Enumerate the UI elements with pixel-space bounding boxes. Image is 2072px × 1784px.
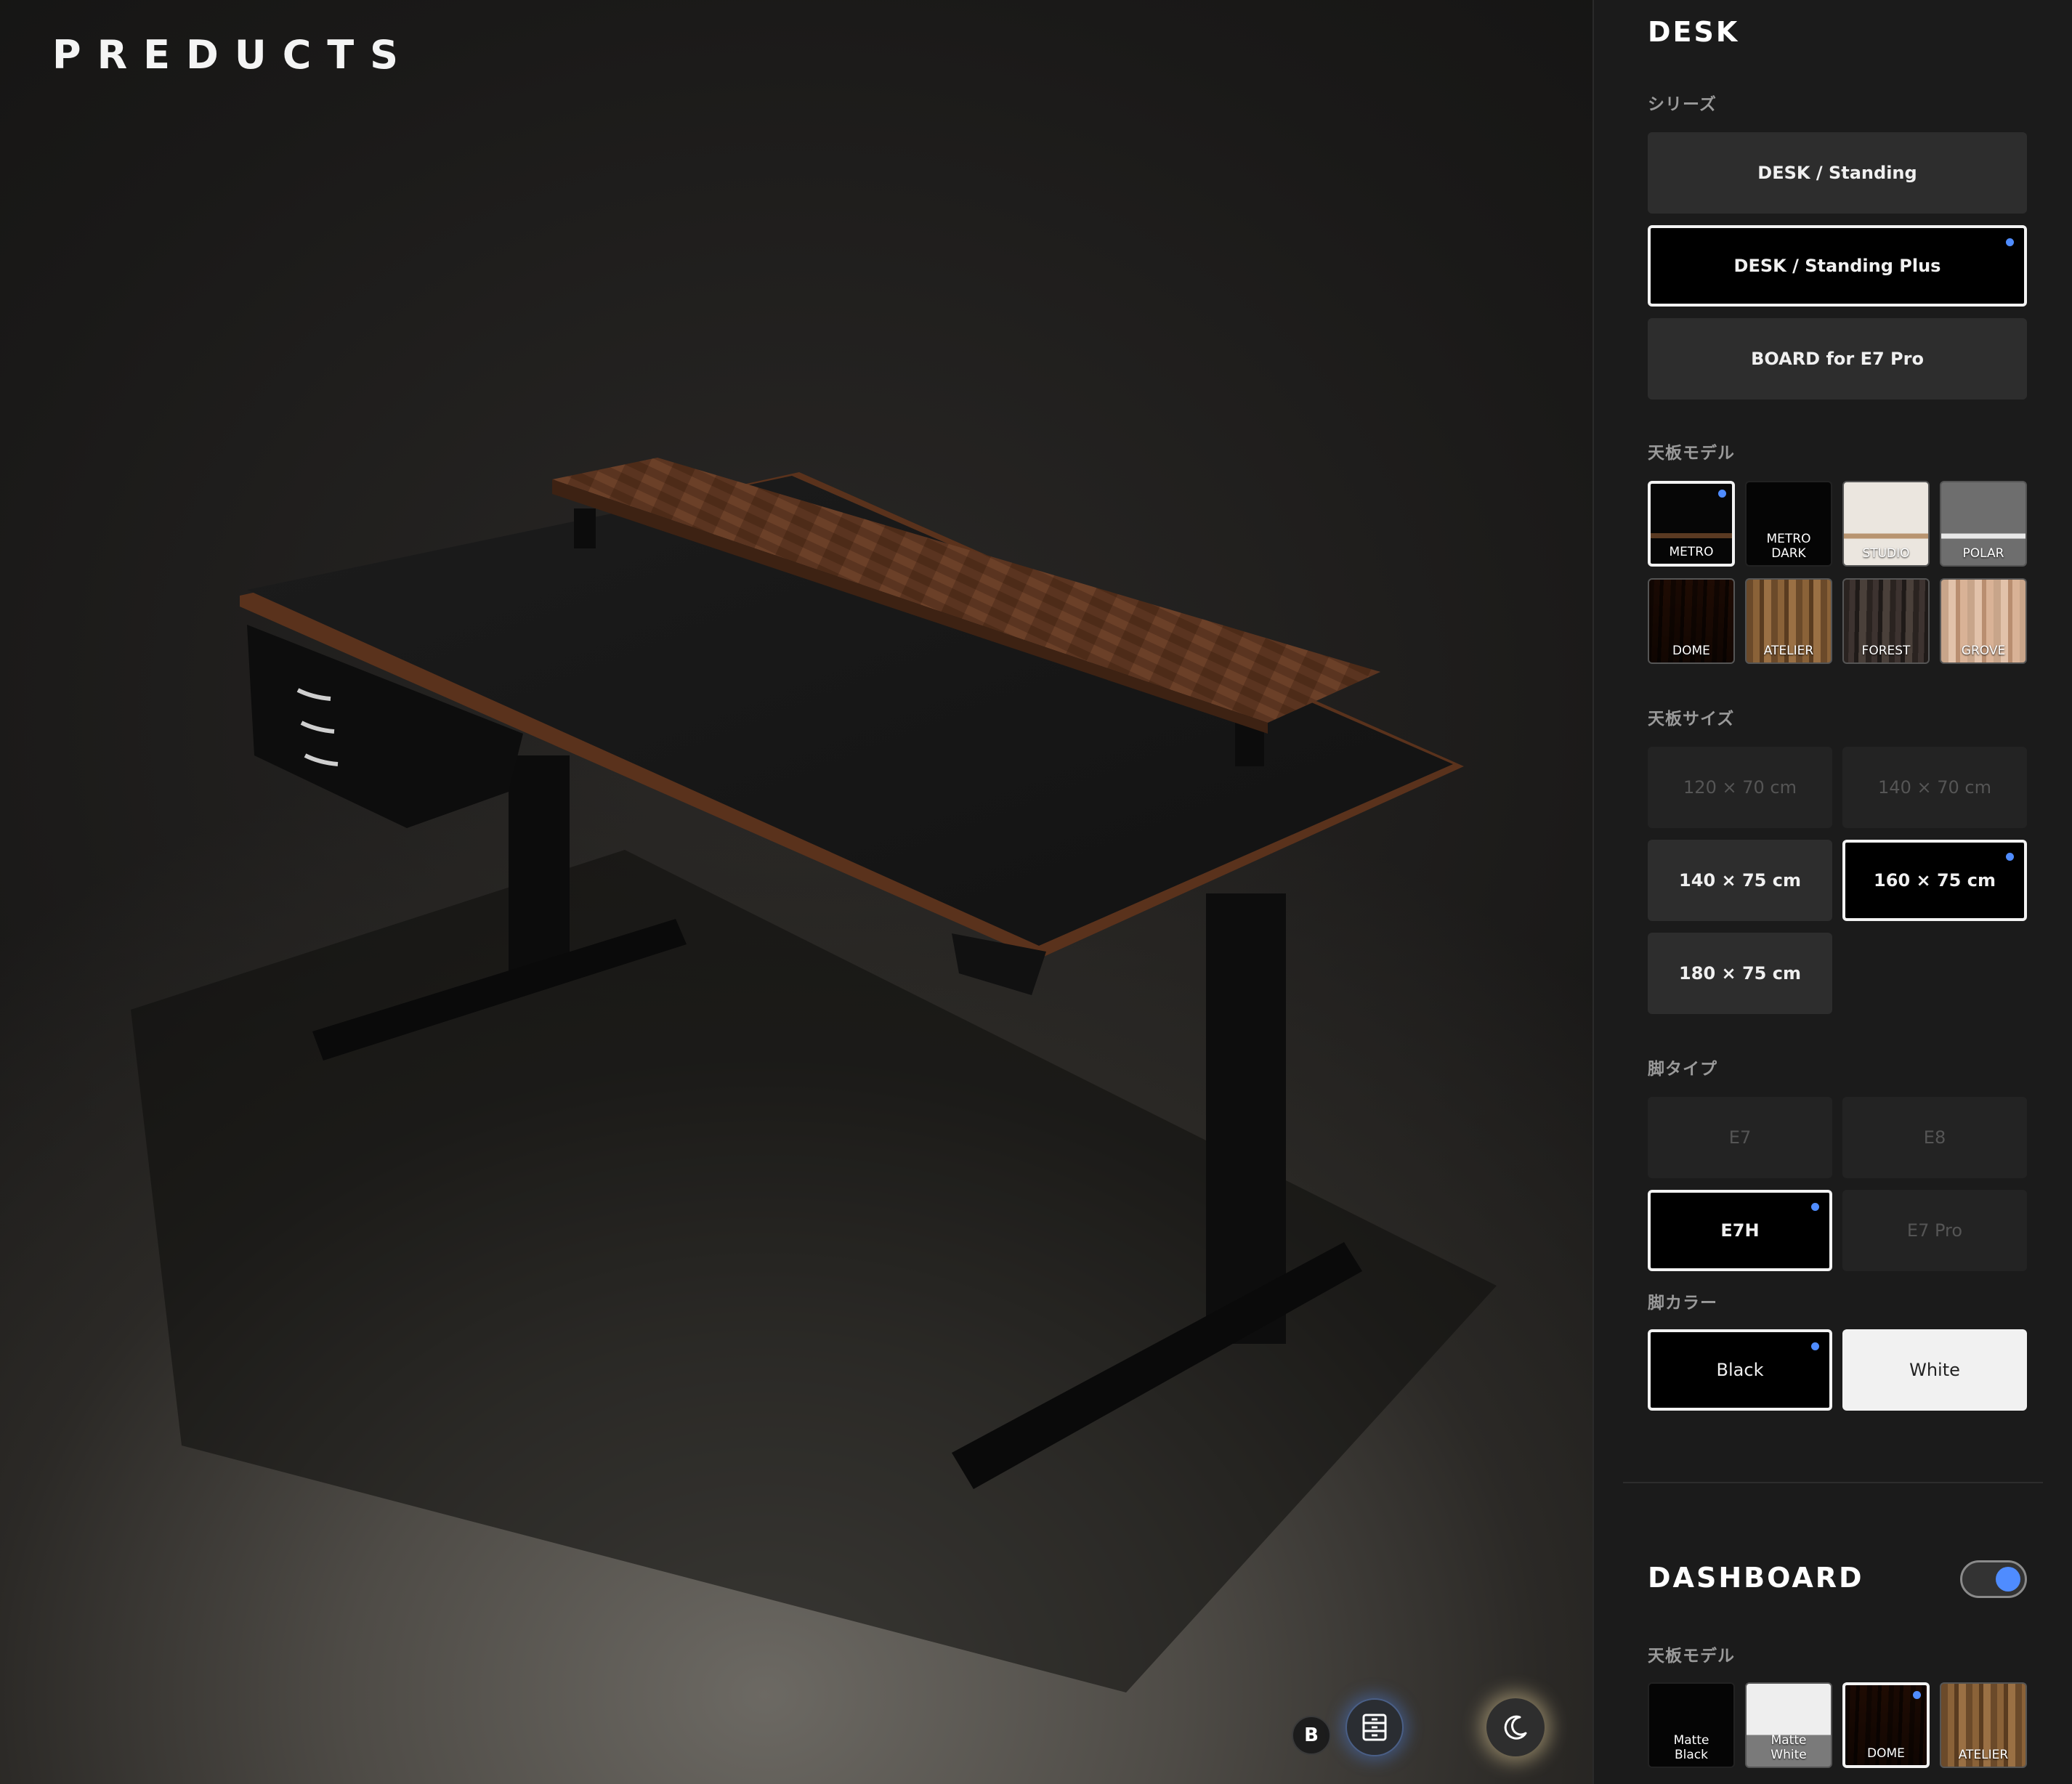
b-badge[interactable]: B xyxy=(1292,1716,1331,1755)
product-viewport[interactable]: PREDUCTS B xyxy=(0,0,1593,1784)
leg-color-black[interactable]: Black xyxy=(1648,1329,1832,1411)
option-label: Black xyxy=(1716,1360,1764,1380)
dash-swatch-matte-black[interactable]: Matte Black xyxy=(1648,1682,1735,1768)
top-swatch-metro[interactable]: METRO xyxy=(1648,481,1735,567)
selected-indicator xyxy=(1811,1203,1819,1211)
size-option-160x75[interactable]: 160 × 75 cm xyxy=(1842,840,2027,921)
option-label: 140 × 75 cm xyxy=(1679,870,1801,891)
top-swatch-grove[interactable]: GROVE xyxy=(1940,578,2027,664)
moon-icon xyxy=(1504,1715,1527,1740)
option-label: E8 xyxy=(1923,1127,1946,1148)
selected-indicator xyxy=(2006,238,2014,246)
swatch-caption: POLAR xyxy=(1962,546,2004,561)
selected-indicator xyxy=(1913,1691,1921,1699)
option-label: DESK / Standing Plus xyxy=(1733,256,1941,276)
right-leg xyxy=(1206,893,1286,1344)
section-divider xyxy=(1623,1482,2043,1483)
dashboard-toggle[interactable] xyxy=(1960,1560,2027,1598)
size-option-180x75[interactable]: 180 × 75 cm xyxy=(1648,933,1832,1014)
swatch-caption: METRO xyxy=(1669,545,1714,559)
option-label: 140 × 70 cm xyxy=(1878,777,1991,798)
leg-option-e7h[interactable]: E7H xyxy=(1648,1190,1832,1271)
configurator-panel[interactable]: DESK シリーズ DESK / Standing DESK / Standin… xyxy=(1593,0,2072,1784)
drawer-toggle-button[interactable] xyxy=(1345,1698,1404,1756)
theme-toggle-button[interactable] xyxy=(1486,1698,1545,1756)
swatch-caption: Matte Black xyxy=(1673,1733,1709,1762)
option-label: 160 × 75 cm xyxy=(1874,870,1996,891)
option-label: E7 Pro xyxy=(1906,1220,1963,1241)
top-model-label: 天板モデル xyxy=(1648,444,1735,463)
top-swatch-forest[interactable]: FOREST xyxy=(1842,578,1930,664)
leg-option-e7: E7 xyxy=(1648,1097,1832,1178)
swatch-caption: GROVE xyxy=(1961,644,2006,658)
selected-indicator xyxy=(1718,490,1726,498)
size-option-140x70: 140 × 70 cm xyxy=(1842,747,2027,828)
swatch-caption: ATELIER xyxy=(1958,1748,2009,1762)
option-label: 180 × 75 cm xyxy=(1679,963,1801,984)
size-option-140x75[interactable]: 140 × 75 cm xyxy=(1648,840,1832,921)
series-option-board-e7-pro[interactable]: BOARD for E7 Pro xyxy=(1648,318,2027,400)
size-option-120x70: 120 × 70 cm xyxy=(1648,747,1832,828)
leg-option-e8: E8 xyxy=(1842,1097,2027,1178)
swatch-caption: DOME xyxy=(1672,644,1710,658)
swatch-caption: DOME xyxy=(1867,1746,1905,1761)
top-swatch-dome[interactable]: DOME xyxy=(1648,578,1735,664)
leg-type-label: 脚タイプ xyxy=(1648,1060,1717,1079)
leg-option-e7-pro: E7 Pro xyxy=(1842,1190,2027,1271)
top-size-label: 天板サイズ xyxy=(1648,710,1735,729)
left-leg xyxy=(509,755,570,973)
top-swatch-metro-dark[interactable]: METRO DARK xyxy=(1745,481,1832,567)
option-label: White xyxy=(1909,1360,1960,1380)
desk-section-title: DESK xyxy=(1648,16,1740,48)
leg-color-label: 脚カラー xyxy=(1648,1294,1717,1313)
swatch-caption: ATELIER xyxy=(1763,644,1814,658)
swatch-caption: FOREST xyxy=(1861,644,1911,658)
top-swatch-atelier[interactable]: ATELIER xyxy=(1745,578,1832,664)
top-swatch-studio[interactable]: STUDIO xyxy=(1842,481,1930,567)
option-label: E7H xyxy=(1720,1220,1760,1241)
dashboard-top-model-label: 天板モデル xyxy=(1648,1647,1735,1666)
selected-indicator xyxy=(1811,1342,1819,1350)
drawer-icon xyxy=(1362,1714,1387,1741)
option-label: DESK / Standing xyxy=(1757,163,1917,183)
dash-swatch-dome[interactable]: DOME xyxy=(1842,1682,1930,1768)
option-label: BOARD for E7 Pro xyxy=(1751,349,1924,369)
series-label: シリーズ xyxy=(1648,95,1717,114)
swatch-caption: METRO DARK xyxy=(1766,532,1811,561)
selected-indicator xyxy=(2006,853,2014,861)
dash-swatch-matte-white[interactable]: Matte White xyxy=(1745,1682,1832,1768)
series-option-standing-plus[interactable]: DESK / Standing Plus xyxy=(1648,225,2027,307)
toggle-knob xyxy=(1996,1567,2020,1592)
dash-swatch-atelier[interactable]: ATELIER xyxy=(1940,1682,2027,1768)
top-swatch-polar[interactable]: POLAR xyxy=(1940,481,2027,567)
desk-3d-render[interactable] xyxy=(0,0,1593,1784)
option-label: 120 × 70 cm xyxy=(1683,777,1797,798)
swatch-caption: STUDIO xyxy=(1862,546,1910,561)
dashboard-section-title: DASHBOARD xyxy=(1648,1562,1864,1594)
shelf-leg xyxy=(574,508,596,548)
option-label: E7 xyxy=(1728,1127,1752,1148)
leg-color-white[interactable]: White xyxy=(1842,1329,2027,1411)
series-option-standing[interactable]: DESK / Standing xyxy=(1648,132,2027,214)
swatch-caption: Matte White xyxy=(1770,1733,1807,1762)
